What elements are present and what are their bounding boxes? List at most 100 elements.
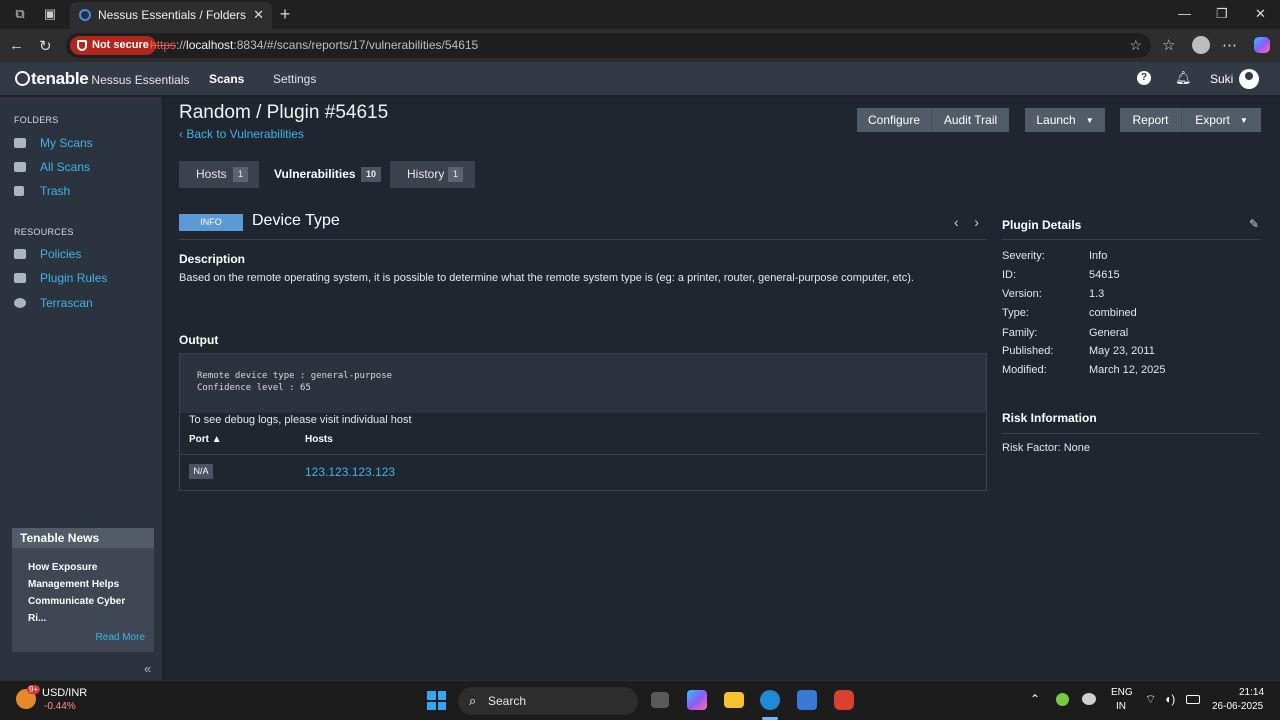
description-header: Description xyxy=(179,252,246,266)
product-name: Nessus Essentials xyxy=(91,73,190,87)
browser-tab-title: Nessus Essentials / Folders / View xyxy=(98,8,246,22)
news-headline[interactable]: How Exposure Management Helps Communicat… xyxy=(28,559,144,627)
sidebar-item-all-scans[interactable]: All Scans xyxy=(14,160,90,178)
show-hidden-icons[interactable]: ⌃ xyxy=(1030,692,1040,706)
wifi-icon[interactable]: ⌔ xyxy=(1145,692,1156,707)
tab-actions-icon[interactable]: ▣ xyxy=(42,6,58,22)
audit-trail-button[interactable]: Audit Trail xyxy=(931,108,1009,132)
sidebar-item-policies[interactable]: Policies xyxy=(14,247,81,265)
favorite-star-icon[interactable]: ☆ xyxy=(1129,37,1142,54)
tab-hosts[interactable]: Hosts 1 xyxy=(179,161,259,188)
shield-icon xyxy=(77,40,87,51)
address-bar[interactable]: Not secure https://localhost:8834/#/scan… xyxy=(66,33,1151,58)
configure-button[interactable]: Configure xyxy=(857,108,931,132)
wps-office-icon[interactable] xyxy=(834,690,854,710)
refresh-icon[interactable]: ↻ xyxy=(39,37,52,55)
minimize-icon[interactable]: — xyxy=(1178,6,1191,21)
brand-name: tenable xyxy=(31,69,89,88)
profile-avatar[interactable] xyxy=(1192,36,1210,54)
tab-label: Vulnerabilities xyxy=(274,167,356,181)
help-icon[interactable]: ? xyxy=(1137,71,1151,85)
tab-count: 1 xyxy=(448,167,464,182)
sidebar-item-label: Terrascan xyxy=(40,296,93,310)
sidebar-item-my-scans[interactable]: My Scans xyxy=(14,136,93,154)
detail-value-type: combined xyxy=(1089,307,1137,319)
ticker-name[interactable]: USD/INR xyxy=(42,687,87,699)
detail-value-published: May 23, 2011 xyxy=(1089,345,1155,357)
plugin-output-text: Remote device type : general-purpose Con… xyxy=(180,354,986,413)
sidebar-item-trash[interactable]: Trash xyxy=(14,184,70,202)
edge-browser-icon[interactable] xyxy=(760,690,780,710)
divider xyxy=(1002,239,1260,240)
detail-key-family: Family: xyxy=(1002,327,1038,339)
tab-history[interactable]: History 1 xyxy=(390,161,475,188)
port-column-header[interactable]: Port ▲ xyxy=(189,434,222,445)
taskbar-search[interactable]: ⌕ Search xyxy=(458,687,638,715)
language-code[interactable]: ENG xyxy=(1111,687,1133,698)
copilot-app-icon[interactable] xyxy=(687,690,707,710)
clock-date: 26-06-2025 xyxy=(1212,701,1264,712)
tray-app-icon[interactable] xyxy=(1056,693,1069,706)
workspaces-icon[interactable]: ⧉ xyxy=(12,6,28,22)
language-region: IN xyxy=(1116,701,1126,712)
more-menu-icon[interactable]: ⋯ xyxy=(1222,36,1237,54)
next-icon[interactable]: › xyxy=(974,214,979,230)
task-view-icon[interactable] xyxy=(651,692,669,708)
user-name[interactable]: Suki xyxy=(1210,72,1233,86)
sidebar-item-label: Policies xyxy=(40,247,82,261)
onedrive-icon[interactable] xyxy=(1082,693,1096,705)
export-label: Export xyxy=(1195,113,1230,127)
file-explorer-icon[interactable] xyxy=(724,692,744,708)
launch-button[interactable]: Launch ▼ xyxy=(1025,108,1105,132)
user-avatar-icon[interactable] xyxy=(1239,69,1259,89)
copilot-icon[interactable] xyxy=(1254,37,1270,53)
nav-settings[interactable]: Settings xyxy=(273,72,316,86)
sidebar-item-label: Trash xyxy=(40,184,71,198)
store-icon[interactable] xyxy=(797,690,817,710)
close-tab-icon[interactable]: ✕ xyxy=(253,7,264,23)
report-button[interactable]: Report xyxy=(1120,108,1181,132)
tab-vulnerabilities[interactable]: Vulnerabilities 10 xyxy=(259,161,390,188)
notifications-bell-icon[interactable]: 🔔︎ xyxy=(1175,71,1192,85)
battery-icon[interactable] xyxy=(1186,695,1200,704)
sidebar-item-label: All Scans xyxy=(40,160,91,174)
detail-value-severity: Info xyxy=(1089,250,1108,262)
sidebar: FOLDERS My Scans All Scans Trash RESOURC… xyxy=(0,97,163,680)
edit-pencil-icon[interactable]: ✎ xyxy=(1249,217,1259,231)
address-toolbar: ← ↻ Not secure https://localhost:8834/#/… xyxy=(0,29,1280,62)
nav-scans[interactable]: Scans xyxy=(209,72,244,86)
read-more-link[interactable]: Read More xyxy=(96,632,145,643)
host-link[interactable]: 123.123.123.123 xyxy=(305,465,395,479)
clock-time[interactable]: 21:14 xyxy=(1239,687,1264,698)
sidebar-item-plugin-rules[interactable]: Plugin Rules xyxy=(14,271,107,289)
new-tab-icon[interactable]: + xyxy=(277,5,293,23)
hosts-column-header[interactable]: Hosts xyxy=(305,434,333,445)
description-text: Based on the remote operating system, it… xyxy=(179,272,914,284)
tab-label: Hosts xyxy=(196,167,227,181)
tenable-logo[interactable]: tenable Nessus Essentials xyxy=(15,69,189,89)
policy-icon xyxy=(14,249,26,259)
sidebar-item-terrascan[interactable]: Terrascan xyxy=(14,296,93,314)
detail-key-type: Type: xyxy=(1002,307,1029,319)
back-to-vulnerabilities-link[interactable]: ‹ Back to Vulnerabilities xyxy=(179,127,304,141)
risk-information-header: Risk Information xyxy=(1002,411,1097,425)
previous-icon[interactable]: ‹ xyxy=(954,214,959,230)
taskbar: 9+ USD/INR -0.44% ⌕ Search ⌃ ENG IN ⌔ ◖)… xyxy=(0,680,1280,720)
back-icon[interactable]: ← xyxy=(9,37,24,54)
url-text[interactable]: https://localhost:8834/#/scans/reports/1… xyxy=(150,38,478,52)
detail-key-modified: Modified: xyxy=(1002,364,1047,376)
detail-key-id: ID: xyxy=(1002,269,1017,281)
not-secure-badge[interactable]: Not secure xyxy=(70,36,156,55)
export-button[interactable]: Export ▼ xyxy=(1181,108,1261,132)
favorites-icon[interactable]: ☆ xyxy=(1162,36,1175,54)
start-windows-icon[interactable] xyxy=(427,691,446,710)
browser-tab-bar: ⧉ ▣ Nessus Essentials / Folders / View ✕… xyxy=(0,0,1280,29)
tab-count: 1 xyxy=(233,167,249,182)
folder-icon xyxy=(14,138,26,148)
maximize-icon[interactable]: ❐ xyxy=(1216,6,1228,22)
close-window-icon[interactable]: ✕ xyxy=(1255,6,1266,22)
collapse-sidebar-icon[interactable]: « xyxy=(144,661,151,676)
tab-count: 10 xyxy=(361,167,382,182)
browser-tab[interactable]: Nessus Essentials / Folders / View ✕ xyxy=(70,2,272,29)
volume-icon[interactable]: ◖) xyxy=(1164,692,1175,706)
